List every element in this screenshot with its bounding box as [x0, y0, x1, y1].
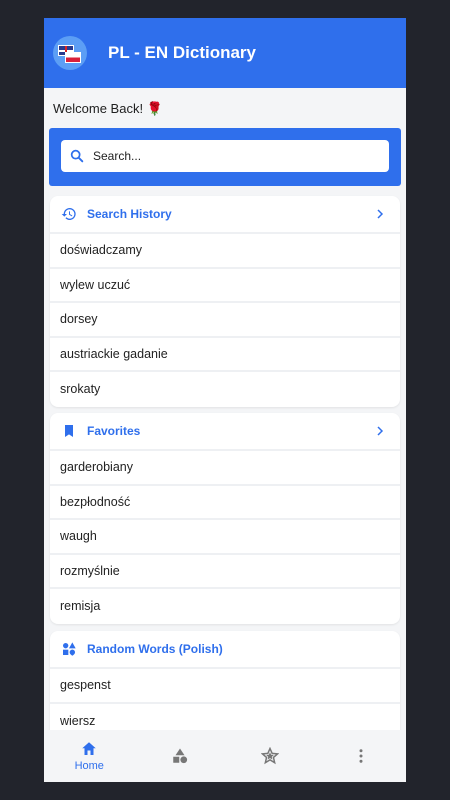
nav-more[interactable]: [316, 730, 407, 782]
nav-categories[interactable]: [135, 730, 226, 782]
bookmark-icon: [65, 425, 73, 437]
search-icon: [70, 149, 84, 163]
random-words-header: Random Words (Polish): [50, 631, 400, 669]
pl-flag-icon: [65, 52, 81, 63]
history-item[interactable]: dorsey: [50, 303, 400, 338]
history-item[interactable]: srokaty: [50, 372, 400, 407]
history-item[interactable]: doświadczamy: [50, 234, 400, 269]
history-item[interactable]: wylew uczuć: [50, 269, 400, 303]
shapes-icon: [63, 642, 76, 656]
shapes-icon: [173, 748, 187, 764]
search-history-title: Search History: [87, 207, 172, 221]
random-word-item[interactable]: gespenst: [50, 669, 400, 704]
favorites-header[interactable]: Favorites: [50, 413, 400, 451]
favorites-card: Favorites garderobiany bezpłodność waugh…: [50, 413, 400, 624]
favorite-item[interactable]: remisja: [50, 589, 400, 624]
search-input[interactable]: [93, 149, 353, 163]
favorites-title: Favorites: [87, 424, 141, 438]
app-title: PL - EN Dictionary: [108, 43, 256, 62]
app-bar: PL - EN Dictionary: [44, 18, 406, 88]
favorite-item[interactable]: garderobiany: [50, 451, 400, 486]
app-logo: [53, 36, 87, 70]
more-vertical-icon: [359, 749, 363, 763]
nav-favorites[interactable]: [225, 730, 316, 782]
history-icon: [61, 208, 76, 220]
search-bar: [49, 128, 401, 186]
favorite-item[interactable]: rozmyślnie: [50, 555, 400, 589]
search-field[interactable]: [61, 140, 389, 172]
chevron-right-icon[interactable]: [374, 208, 386, 220]
nav-home[interactable]: Home: [44, 730, 135, 782]
bottom-navigation: Home: [44, 730, 406, 782]
welcome-message: Welcome Back! 🌹: [53, 101, 163, 116]
search-history-card: Search History doświadczamy wylew uczuć …: [50, 196, 400, 407]
random-words-title: Random Words (Polish): [87, 642, 223, 656]
favorite-item[interactable]: bezpłodność: [50, 486, 400, 520]
chevron-right-icon[interactable]: [374, 425, 386, 437]
favorite-item[interactable]: waugh: [50, 520, 400, 555]
star-icon: [261, 747, 280, 765]
search-history-header[interactable]: Search History: [50, 196, 400, 234]
nav-home-label: Home: [74, 760, 104, 772]
history-item[interactable]: austriackie gadanie: [50, 338, 400, 372]
home-icon: [82, 742, 96, 755]
phone-screen: PL - EN Dictionary Welcome Back! 🌹 Searc…: [44, 18, 406, 782]
